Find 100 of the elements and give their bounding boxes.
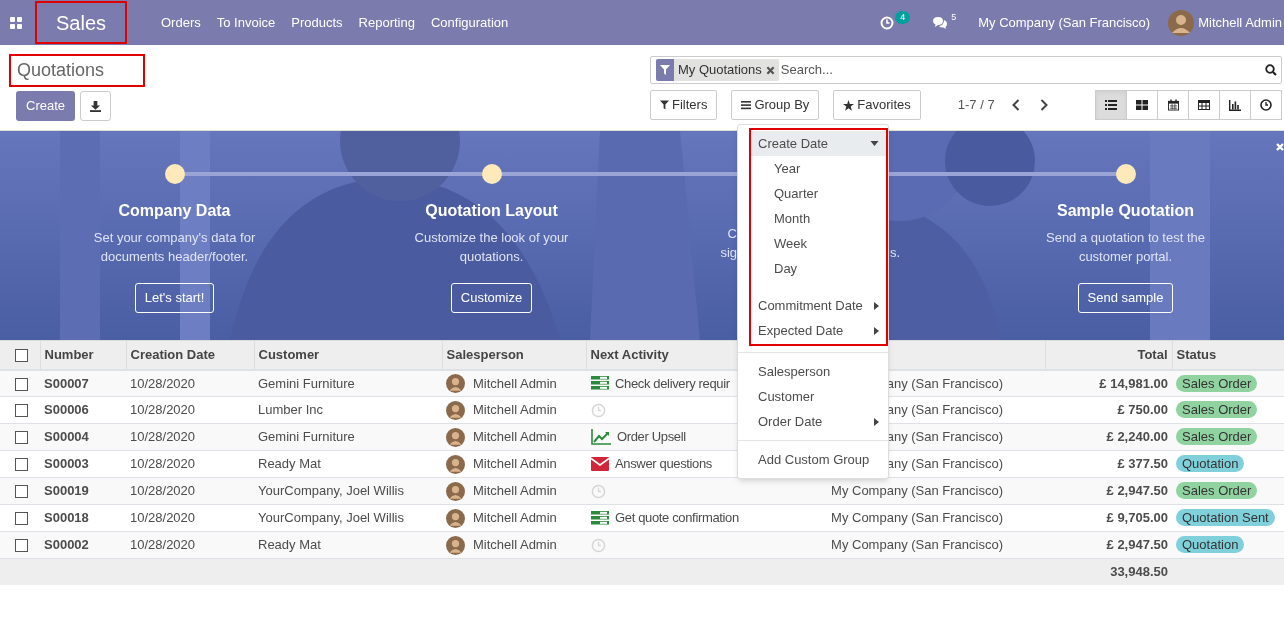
menu-option[interactable]: Week: [751, 231, 886, 256]
column-header[interactable]: Salesperson: [446, 347, 524, 362]
menu-item[interactable]: Expected Date: [751, 318, 886, 343]
search-field[interactable]: My Quotations Search...: [650, 56, 1282, 84]
checkbox[interactable]: [15, 404, 28, 418]
menu-item[interactable]: Configuration: [422, 0, 517, 45]
star-icon: [843, 99, 855, 111]
customer-cell: Gemini Furniture: [258, 375, 355, 391]
search-input[interactable]: Search...: [780, 60, 1265, 80]
menu-item[interactable]: Customer: [738, 384, 888, 409]
step-button[interactable]: Let's start!: [134, 283, 215, 313]
order-number: S00018: [44, 510, 89, 526]
avatar-icon: [446, 427, 465, 447]
close-icon[interactable]: [1276, 143, 1284, 151]
menu-item[interactable]: Reporting: [350, 0, 423, 45]
menu-item[interactable]: Order Date: [738, 409, 888, 434]
chat-icon: [932, 15, 949, 30]
view-switch-button[interactable]: [1095, 90, 1127, 120]
column-header[interactable]: Total: [1137, 347, 1168, 362]
salesperson-cell-text: Mitchell Admin: [473, 509, 557, 528]
view-switch-button[interactable]: [1126, 90, 1158, 120]
status-badge: Sales Order: [1176, 428, 1258, 446]
customer-cell: Lumber Inc: [258, 402, 324, 418]
activity-text: Order Upsell: [617, 428, 686, 447]
create-button[interactable]: Create: [16, 91, 76, 121]
step-button[interactable]: Customize: [450, 283, 533, 313]
filters-button[interactable]: Filters: [650, 90, 718, 120]
list-icon[interactable]: [591, 511, 609, 525]
status-badge: Quotation: [1176, 455, 1245, 473]
next-icon[interactable]: [1039, 99, 1048, 111]
customer-cell: YourCompany, Joel Willis: [258, 483, 404, 499]
favorites-button[interactable]: Favorites: [833, 90, 921, 120]
download-button[interactable]: [80, 91, 112, 121]
avatar-icon: [446, 373, 465, 393]
view-switch-button[interactable]: [1188, 90, 1220, 120]
checkbox[interactable]: [15, 485, 28, 499]
salesperson-cell-text: Mitchell Admin: [473, 374, 557, 393]
table-icon: [1198, 100, 1210, 110]
column-header[interactable]: Creation Date: [130, 347, 216, 362]
view-switch-button[interactable]: [1157, 90, 1189, 120]
filter-icon: [660, 100, 669, 110]
avatar-icon: [446, 481, 465, 501]
checkbox[interactable]: [15, 458, 28, 472]
menu-item[interactable]: Orders: [153, 0, 209, 45]
date-cell: 10/28/2020: [130, 483, 196, 499]
checkbox[interactable]: [15, 431, 28, 445]
messages-button[interactable]: 5: [924, 0, 965, 45]
order-number: S00004: [44, 429, 89, 445]
download-icon: [90, 100, 102, 112]
line-chart-icon[interactable]: [591, 429, 611, 445]
menu-option[interactable]: Month: [751, 206, 886, 231]
list-icon[interactable]: [591, 376, 609, 391]
user-menu[interactable]: Mitchell Admin: [1168, 9, 1282, 36]
group-by-button[interactable]: Group By: [731, 90, 820, 120]
menu-item[interactable]: Create Date: [751, 131, 886, 156]
previous-icon[interactable]: [1011, 99, 1020, 111]
kanban-icon: [1136, 100, 1148, 110]
caret-icon: [874, 417, 879, 426]
column-header[interactable]: Customer: [258, 347, 320, 362]
view-switch-button[interactable]: [1250, 90, 1282, 120]
date-cell: 10/28/2020: [130, 510, 196, 526]
menu-item[interactable]: Products: [283, 0, 351, 45]
column-header[interactable]: Number: [44, 347, 94, 362]
caret-icon: [870, 141, 879, 146]
step-description: Customize the look of your quotations.: [413, 229, 570, 266]
total-cell: £ 377.50: [1117, 456, 1168, 472]
company-cell: My Company (San Francisco): [831, 483, 1003, 499]
status-badge: Sales Order: [1176, 374, 1258, 392]
checkbox[interactable]: [15, 377, 28, 391]
menu-item[interactable]: Salesperson: [738, 359, 888, 384]
checkbox[interactable]: [15, 512, 28, 526]
checkbox[interactable]: [15, 349, 28, 363]
step-title: Quotation Layout: [425, 201, 558, 221]
envelope-icon[interactable]: [591, 457, 609, 471]
company-switcher[interactable]: My Company (San Francisco): [978, 12, 1151, 33]
activity-text: Answer questions: [615, 455, 712, 474]
checkbox[interactable]: [15, 539, 28, 553]
total-cell: £ 750.00: [1117, 402, 1168, 418]
step-description: sig: [720, 244, 737, 262]
remove-icon[interactable]: [765, 65, 775, 75]
order-number: S00002: [44, 537, 89, 553]
menu-item[interactable]: Commitment Date: [751, 293, 886, 318]
apps-menu-icon[interactable]: [10, 16, 22, 29]
menu-option[interactable]: Day: [751, 256, 886, 281]
menu-option[interactable]: Quarter: [751, 181, 886, 206]
view-switch-button[interactable]: [1219, 90, 1251, 120]
menu-item[interactable]: Add Custom Group: [738, 447, 888, 472]
menu-item[interactable]: To Invoice: [208, 0, 284, 45]
salesperson-cell-text: Mitchell Admin: [473, 428, 557, 447]
column-header[interactable]: Next Activity: [590, 347, 669, 362]
company-cell: My Company (San Francisco): [831, 510, 1003, 526]
step-description: C: [727, 225, 737, 243]
search-icon[interactable]: [1265, 64, 1277, 76]
step-button[interactable]: Send sample: [1077, 283, 1174, 313]
app-name[interactable]: Sales: [35, 1, 127, 44]
status-badge: Quotation Sent: [1176, 509, 1275, 527]
filter-facet[interactable]: My Quotations: [656, 59, 779, 81]
menu-option[interactable]: Year: [751, 156, 886, 181]
avatar-icon: [446, 454, 465, 474]
column-header[interactable]: Status: [1176, 347, 1217, 362]
